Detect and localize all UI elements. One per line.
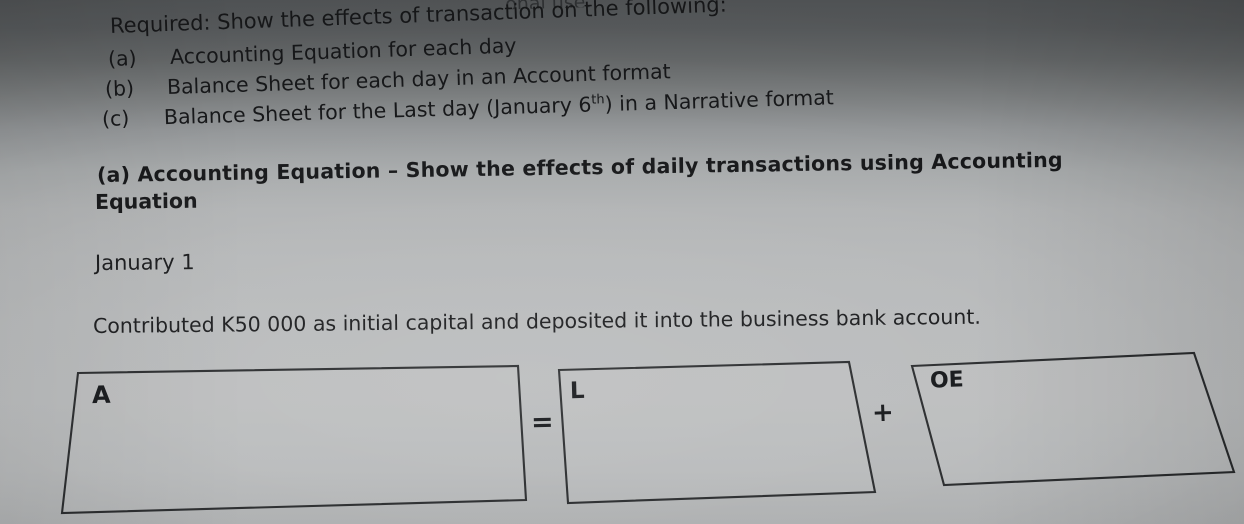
required-item-c-text-after: ) in a Narrative format (604, 85, 835, 117)
photographed-page: ...onal use. Required: Show the effects … (0, 0, 1244, 524)
required-heading: Required: Show the effects of transactio… (109, 0, 728, 38)
transaction-description: Contributed K50 000 as initial capital a… (92, 304, 981, 338)
required-item-a-label: (a) (107, 46, 137, 71)
section-heading-line-2: Equation (94, 188, 198, 214)
liabilities-box-outline (557, 360, 877, 505)
required-item-c-text: Balance Sheet for the Last day (January … (163, 92, 592, 130)
assets-box-label: A (91, 380, 111, 410)
assets-box-outline (60, 364, 528, 515)
equals-operator: = (530, 406, 555, 439)
required-item-c-label: (c) (101, 106, 130, 131)
ordinal-superscript: th (591, 92, 605, 108)
section-heading-line-1: (a) Accounting Equation – Show the effec… (96, 147, 1064, 187)
plus-operator: + (871, 397, 895, 429)
required-item-a-text: Accounting Equation for each day (169, 33, 517, 69)
liabilities-box-label: L (569, 377, 585, 405)
required-item-b-label: (b) (104, 76, 135, 101)
owners-equity-box-label: OE (929, 367, 965, 394)
date-heading: January 1 (94, 250, 195, 275)
